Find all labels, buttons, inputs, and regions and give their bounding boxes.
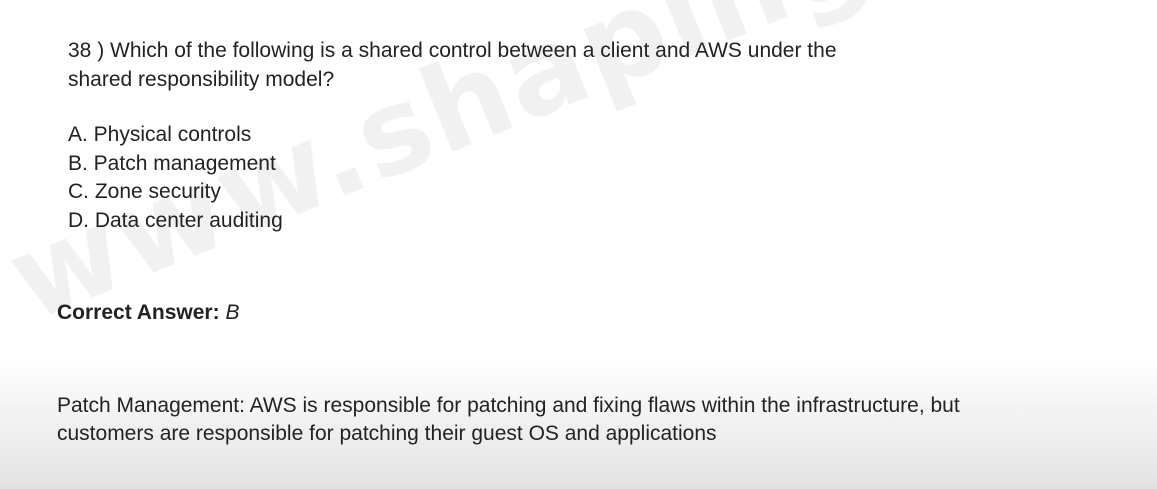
- option-d: D. Data center auditing: [68, 208, 283, 232]
- option-a: A. Physical controls: [68, 123, 252, 146]
- question-text: 38 ) Which of the following is a shared …: [68, 36, 888, 94]
- correct-answer-value: B: [225, 301, 240, 324]
- option-c: C. Zone security: [68, 180, 221, 203]
- question-body: Which of the following is a shared contr…: [68, 39, 837, 91]
- answer-explanation: Patch Management: AWS is responsible for…: [57, 394, 960, 445]
- question-number: 38 ): [68, 39, 105, 62]
- option-b: B. Patch management: [68, 151, 276, 175]
- correct-answer: Correct Answer: B: [57, 299, 239, 327]
- options-list: A. Physical controls B. Patch management…: [68, 121, 283, 235]
- correct-answer-label: Correct Answer:: [57, 301, 220, 324]
